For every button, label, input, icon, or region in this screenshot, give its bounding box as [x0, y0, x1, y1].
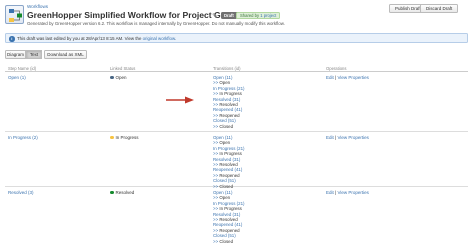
transition-link[interactable]: Closed (51) [213, 178, 236, 183]
transition-link[interactable]: Closed (51) [213, 233, 236, 238]
table-row: Open (1) Open Open (11) >> Open In Progr… [5, 72, 468, 132]
transition-target: Closed [219, 123, 234, 129]
info-icon: i [9, 36, 15, 42]
tab-diagram[interactable]: Diagram [5, 50, 26, 59]
shared-by-label: Shared by [240, 13, 260, 18]
transition-target: In Progress [219, 151, 242, 157]
edit-step-link[interactable]: Edit [326, 135, 334, 140]
info-message-text: This draft was last edited by you at 28/… [17, 36, 176, 41]
edit-step-link[interactable]: Edit [326, 190, 334, 195]
transition-link[interactable]: Resolved (31) [213, 97, 240, 102]
transitions-list: Open (11) >> Open In Progress (21) >> In… [213, 190, 244, 244]
shared-by-badge: Shared by 1 project [236, 12, 281, 19]
pointer-arrow-icon [166, 96, 194, 104]
table-row: Resolved (3) Resolved Open (11) >> Open … [5, 187, 468, 245]
transition-link[interactable]: Resolved (31) [213, 157, 240, 162]
transition-target: Reopened [219, 112, 240, 118]
linked-status: Open [110, 75, 127, 80]
transition-link[interactable]: Open (11) [213, 190, 232, 195]
linked-status-label: In Progress [115, 135, 139, 140]
transition-target: Closed [219, 238, 234, 244]
transition-target: In Progress [219, 91, 242, 97]
transition-link[interactable]: In Progress (21) [213, 86, 244, 91]
transition-target: Resolved [219, 102, 238, 108]
shared-projects-link[interactable]: 1 project [260, 13, 276, 18]
column-operations: Operations [326, 65, 347, 71]
transition-target: Resolved [219, 162, 238, 168]
column-step-name: Step Name (id) [8, 65, 37, 71]
transition-target: Resolved [219, 217, 238, 223]
step-name-link[interactable]: In Progress (2) [8, 135, 38, 140]
tab-text[interactable]: Text [26, 50, 42, 59]
linked-status: Resolved [110, 190, 134, 195]
operations: Edit | View Properties [326, 135, 369, 140]
status-resolved-icon [110, 190, 114, 195]
page-header: Workflows GreenHopper Simplified Workflo… [0, 0, 474, 30]
transition-target: Open [219, 140, 231, 146]
linked-status: In Progress [110, 135, 139, 140]
workflow-icon [5, 5, 24, 24]
transitions-list: Open (11) >> Open In Progress (21) >> In… [213, 75, 244, 129]
status-open-icon [110, 75, 114, 80]
transition-link[interactable]: Resolved (31) [213, 212, 240, 217]
transition-link[interactable]: Reopened (41) [213, 167, 242, 172]
transition-link[interactable]: Reopened (41) [213, 222, 242, 227]
transition-target: In Progress [219, 206, 242, 212]
original-workflow-link[interactable]: original workflow [143, 36, 175, 41]
transitions-list: Open (11) >> Open In Progress (21) >> In… [213, 135, 244, 189]
download-xml-button[interactable]: Download as XML [44, 50, 87, 59]
transition-target: Open [219, 80, 231, 86]
linked-status-label: Open [115, 75, 127, 80]
column-linked-status: Linked Status [110, 65, 136, 71]
draft-lozenge: Draft [221, 12, 237, 19]
transition-link[interactable]: In Progress (21) [213, 201, 244, 206]
status-in-progress-icon [110, 135, 114, 140]
operations: Edit | View Properties [326, 190, 369, 195]
edit-pencil-icon[interactable]: ✎ [212, 12, 218, 20]
breadcrumb-workflows[interactable]: Workflows [27, 4, 48, 9]
column-transitions: Transitions (id) [213, 65, 241, 71]
transition-link[interactable]: Closed (51) [213, 118, 236, 123]
linked-status-label: Resolved [115, 190, 135, 195]
transition-target: Open [219, 195, 231, 201]
transition-link[interactable]: Open (11) [213, 75, 232, 80]
discard-draft-button[interactable]: Discard Draft [420, 4, 459, 13]
transition-link[interactable]: Reopened (41) [213, 107, 242, 112]
table-header: Step Name (id) Linked Status Transitions… [5, 64, 468, 72]
transition-link[interactable]: Open (11) [213, 135, 232, 140]
view-properties-link[interactable]: View Properties [337, 135, 368, 140]
view-properties-link[interactable]: View Properties [337, 190, 368, 195]
transition-target: Reopened [219, 227, 240, 233]
draft-info-message: i This draft was last edited by you at 2… [5, 33, 468, 43]
info-text-prefix: View the [124, 36, 142, 42]
step-name-link[interactable]: Resolved (3) [8, 190, 34, 195]
transition-target: Reopened [219, 172, 240, 178]
transition-link[interactable]: In Progress (21) [213, 146, 244, 151]
info-text-main: This draft was last edited by you at 28/… [17, 36, 124, 42]
view-properties-link[interactable]: View Properties [337, 75, 368, 80]
step-name-link[interactable]: Open (1) [8, 75, 26, 80]
table-row: In Progress (2) In Progress Open (11) >>… [5, 132, 468, 189]
operations: Edit | View Properties [326, 75, 369, 80]
edit-step-link[interactable]: Edit [326, 75, 334, 80]
info-text-suffix: . [174, 36, 177, 42]
generated-description: Generated by GreenHopper version 6.2. Th… [27, 20, 285, 26]
